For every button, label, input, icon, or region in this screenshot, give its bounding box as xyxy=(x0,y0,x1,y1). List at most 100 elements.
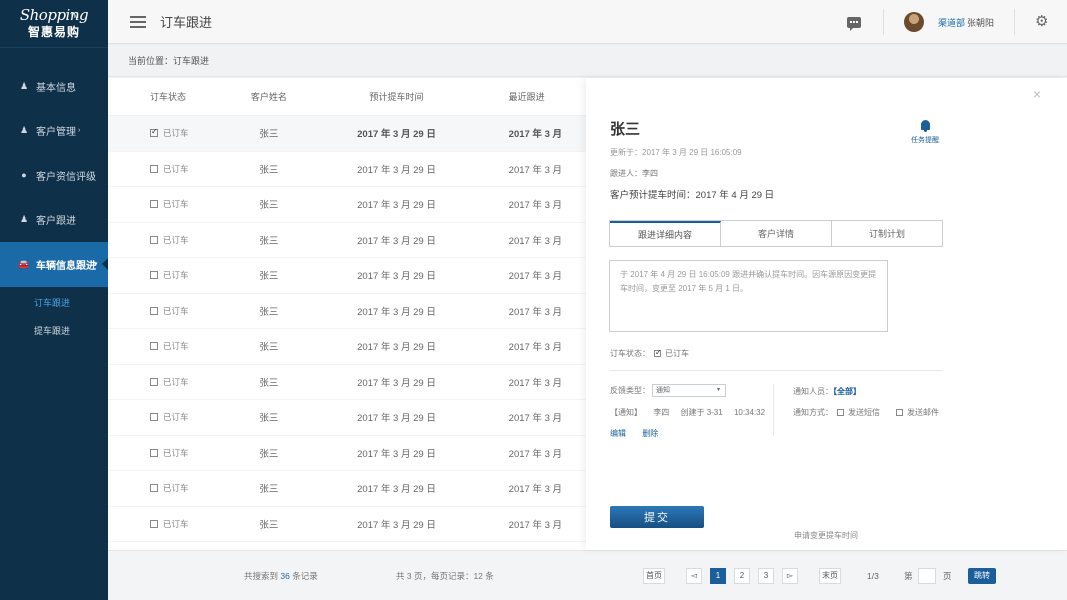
name-cell: 张三 xyxy=(259,129,279,141)
sidebar-subitem-pickup-follow[interactable]: 提车跟进 xyxy=(0,317,108,345)
email-checkbox[interactable] xyxy=(896,409,903,416)
table-row[interactable]: 已订车 张三 2017 年 3 月 29 日 2017 年 3 月 xyxy=(108,116,586,152)
last-page-button[interactable]: 末页 xyxy=(819,567,841,584)
total-suffix: 条记录 xyxy=(292,570,318,581)
status-cell: 已订车 xyxy=(108,518,223,530)
status-cell: 已订车 xyxy=(108,376,223,388)
expected-date-cell: 2017 年 3 月 29 日 xyxy=(357,129,436,141)
close-icon[interactable]: × xyxy=(1033,86,1041,102)
logo[interactable]: Shopping 智惠易购 TM xyxy=(0,0,108,48)
sidebar-subitem-order-follow[interactable]: 订车跟进 xyxy=(0,289,108,317)
message-icon[interactable] xyxy=(846,16,861,31)
table-row[interactable]: 已订车 张三 2017 年 3 月 29 日 2017 年 3 月 xyxy=(108,258,586,294)
user-menu[interactable]: 渠道部 张朝阳 xyxy=(884,12,1014,32)
detail-panel: × 张三 更新于：2017 年 3 月 29 日 16:05:09 跟进人：李四… xyxy=(586,78,1067,550)
table-row[interactable]: 已订车 张三 2017 年 3 月 29 日 2017 年 3 月 xyxy=(108,329,586,365)
sms-checkbox[interactable] xyxy=(837,409,844,416)
prev-page-button[interactable]: ◅ xyxy=(686,567,702,584)
tab-follow-details[interactable]: 跟进详细内容 xyxy=(610,221,721,246)
divider xyxy=(609,370,943,371)
notice-created: 创建于 3-31 xyxy=(680,408,723,417)
row-checkbox[interactable] xyxy=(150,413,158,422)
edit-link[interactable]: 编辑 xyxy=(610,429,626,438)
table-row[interactable]: 已订车 张三 2017 年 3 月 29 日 2017 年 3 月 xyxy=(108,223,586,258)
recent-follow-cell: 2017 年 3 月 xyxy=(508,448,562,460)
table-row[interactable]: 已订车 张三 2017 年 3 月 29 日 2017 年 3 月 xyxy=(108,436,586,471)
notice-person: 李四 xyxy=(653,408,670,417)
row-checkbox[interactable] xyxy=(150,127,158,138)
customer-name: 张三 xyxy=(610,121,641,138)
apply-change-pickup-link[interactable]: 申请变更提车时间 xyxy=(794,530,858,541)
page-of: 1/3 xyxy=(867,570,879,581)
recent-follow-cell: 2017 年 3 月 xyxy=(508,484,562,496)
dropdown-arrow-icon: ▾ xyxy=(716,387,720,393)
sidebar-item-credit-rating[interactable]: ● 客户资信评级 xyxy=(0,153,108,198)
recent-follow-cell: 2017 年 3 月 xyxy=(508,306,562,318)
row-checkbox[interactable] xyxy=(150,164,158,173)
row-checkbox[interactable] xyxy=(150,271,158,280)
sidebar-item-customer-management[interactable]: ♟ 客户管理 › xyxy=(0,109,108,154)
feedback-type-value: 通知 xyxy=(656,387,670,394)
submit-button[interactable]: 提交 xyxy=(610,506,704,528)
divider xyxy=(773,384,774,436)
next-page-button[interactable]: ▻ xyxy=(782,567,798,584)
tab-customer-details[interactable]: 客户详情 xyxy=(721,221,832,246)
jump-button[interactable]: 跳转 xyxy=(968,567,996,584)
car-icon: 🚘 xyxy=(18,258,30,269)
page-button-2[interactable]: 2 xyxy=(734,567,750,584)
row-checkbox[interactable] xyxy=(150,519,158,528)
feedback-type-select[interactable]: 通知 ▾ xyxy=(652,384,726,397)
sidebar-item-vehicle-follow[interactable]: 🚘 车辆信息跟进 ▾ xyxy=(0,242,108,287)
table-row[interactable]: 已订车 张三 2017 年 3 月 29 日 2017 年 3 月 xyxy=(108,152,586,187)
table-row[interactable]: 已订车 张三 2017 年 3 月 29 日 2017 年 3 月 xyxy=(108,507,586,542)
status-cell: 已订车 xyxy=(108,482,223,494)
row-checkbox[interactable] xyxy=(150,377,158,386)
row-checkbox[interactable] xyxy=(150,200,158,209)
order-status-checkbox[interactable] xyxy=(654,348,662,357)
status-text: 已订车 xyxy=(163,412,189,423)
status-text: 已订车 xyxy=(163,376,189,387)
status-cell: 已订车 xyxy=(108,198,223,210)
tab-custom-plan[interactable]: 订制计划 xyxy=(832,221,942,246)
feedback-label: 反馈类型： xyxy=(610,386,650,395)
table-row[interactable]: 已订车 张三 2017 年 3 月 29 日 2017 年 3 月 xyxy=(108,365,586,400)
expected-date-cell: 2017 年 3 月 29 日 xyxy=(357,342,436,354)
first-page-button[interactable]: 首页 xyxy=(643,567,665,584)
detail-tabs: 跟进详细内容 客户详情 订制计划 xyxy=(609,220,943,247)
row-checkbox[interactable] xyxy=(150,235,158,244)
row-checkbox[interactable] xyxy=(150,484,158,493)
recent-follow-cell: 2017 年 3 月 xyxy=(508,271,562,283)
menu-icon[interactable] xyxy=(130,13,146,31)
page-button-3[interactable]: 3 xyxy=(758,567,774,584)
status-text: 已订车 xyxy=(163,163,189,174)
table-row[interactable]: 已订车 张三 2017 年 3 月 29 日 2017 年 3 月 xyxy=(108,294,586,329)
table-row[interactable]: 已订车 张三 2017 年 3 月 29 日 2017 年 3 月 xyxy=(108,471,586,507)
table-row[interactable]: 已订车 张三 2017 年 3 月 29 日 2017 年 3 月 xyxy=(108,187,586,223)
delete-link[interactable]: 删除 xyxy=(642,429,658,438)
sidebar-item-customer-follow[interactable]: ♟ 客户跟进 xyxy=(0,198,108,243)
row-checkbox[interactable] xyxy=(150,342,158,351)
total-count: 36 xyxy=(280,570,290,581)
gear-icon[interactable]: ⚙ xyxy=(1035,14,1049,29)
notice-entry: 【通知】 李四 创建于 3-31 10:34:32 xyxy=(610,407,774,418)
name-cell: 张三 xyxy=(259,484,279,496)
user-icon: ♟ xyxy=(19,125,29,136)
jump-prefix: 第 xyxy=(904,570,913,581)
name-cell: 张三 xyxy=(259,413,279,425)
notify-all-link[interactable]: 【全部】 xyxy=(833,387,861,396)
page-title: 订车跟进 xyxy=(160,15,213,30)
notice-time: 10:34:32 xyxy=(733,408,766,417)
sidebar-item-label: 客户管理 xyxy=(36,127,76,139)
notice-tag: 【通知】 xyxy=(610,408,642,417)
order-status-label: 订车状态： xyxy=(610,349,650,358)
row-checkbox[interactable] xyxy=(150,448,158,457)
page-jump-input[interactable] xyxy=(918,567,936,584)
page-button-1[interactable]: 1 xyxy=(710,567,726,584)
status-text: 已订车 xyxy=(163,270,189,281)
task-reminder-button[interactable]: 任务提醒 xyxy=(911,120,939,145)
column-header-expected-date: 预计提车时间 xyxy=(369,92,424,102)
sidebar-item-basic-info[interactable]: ♟ 基本信息 xyxy=(0,64,108,109)
follow-detail-textarea[interactable]: 于 2017 年 4 月 29 日 16:05:09 跟进并确认提车时间。因车源… xyxy=(609,260,888,332)
row-checkbox[interactable] xyxy=(150,306,158,315)
table-row[interactable]: 已订车 张三 2017 年 3 月 29 日 2017 年 3 月 xyxy=(108,400,586,436)
